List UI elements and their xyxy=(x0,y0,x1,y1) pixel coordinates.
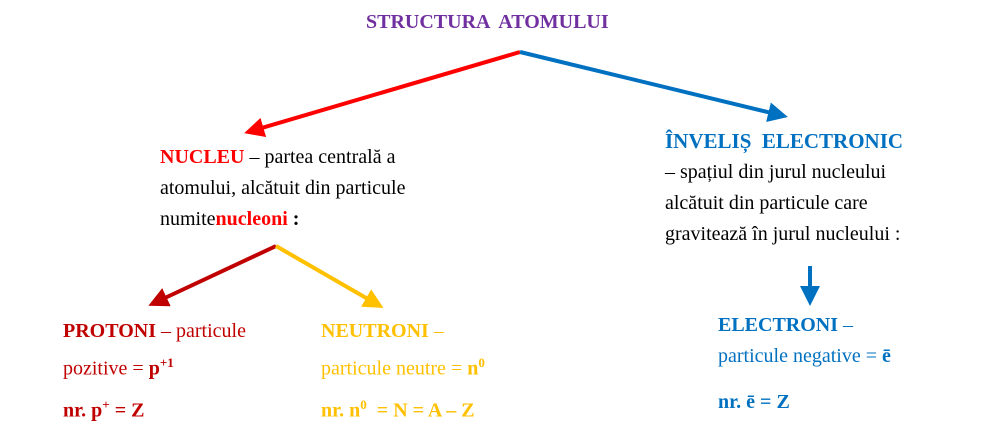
protoni-symbol-sup: +1 xyxy=(159,355,174,370)
neutroni-formula: nr. n0 = N = A – Z xyxy=(321,397,475,423)
neutroni-symbol: n xyxy=(467,357,479,380)
protoni-formula-rest: = Z xyxy=(109,399,145,422)
invelis-line4: gravitează în jurul nucleului : xyxy=(665,223,901,245)
electroni-block: ELECTRONI – particule negative = ē xyxy=(718,310,891,372)
protoni-line1-rest: – particule xyxy=(155,320,246,342)
neutroni-line2-prefix: particule neutre = xyxy=(321,357,468,380)
invelis-term: ÎNVELIȘ ELECTRONIC xyxy=(665,129,904,153)
neutroni-symbol-sup: 0 xyxy=(478,355,485,370)
protoni-formula: nr. p+ = Z xyxy=(63,397,144,423)
protoni-formula-prefix: nr. p xyxy=(63,399,103,422)
nucleu-term: NUCLEU xyxy=(160,146,245,168)
electroni-formula: nr. ē = Z xyxy=(718,391,790,413)
protoni-symbol: p xyxy=(148,357,160,380)
neutroni-formula-prefix: nr. n xyxy=(321,399,361,422)
neutroni-formula-rest: = N = A – Z xyxy=(366,399,475,422)
nucleu-line3-prefix: numite xyxy=(160,208,216,230)
electroni-term: ELECTRONI xyxy=(718,314,839,336)
invelis-line3: alcătuit din particule care xyxy=(665,192,868,214)
invelis-line2: – spațiul din jurul nucleului xyxy=(665,161,887,183)
arrow-to-nucleu xyxy=(244,50,521,138)
protoni-block: PROTONI – particule pozitive = p+1 xyxy=(63,316,246,385)
nucleu-line3-suffix: : xyxy=(287,208,300,230)
electroni-line2-prefix: particule negative = xyxy=(718,345,882,367)
nucleu-line2: atomului, alcătuit din particule xyxy=(160,177,406,199)
nucleoni-term: nucleoni xyxy=(215,208,288,230)
neutroni-line1-rest: – xyxy=(428,320,444,342)
arrow-to-protoni xyxy=(148,244,277,307)
electroni-line1-rest: – xyxy=(838,314,854,336)
nucleu-block: NUCLEU – partea centrală a atomului, alc… xyxy=(160,142,405,235)
protoni-formula-sup: + xyxy=(102,397,110,412)
neutroni-term: NEUTRONI xyxy=(321,320,429,342)
diagram-title: STRUCTURA ATOMULUI xyxy=(366,11,609,33)
protoni-line2-prefix: pozitive = xyxy=(63,357,149,380)
electroni-symbol: ē xyxy=(881,345,891,367)
arrow-to-neutroni xyxy=(275,244,384,308)
neutroni-block: NEUTRONI – particule neutre = n0 xyxy=(321,316,485,385)
invelis-block: ÎNVELIȘ ELECTRONIC – spațiul din jurul n… xyxy=(665,126,903,250)
protoni-term: PROTONI xyxy=(63,320,156,342)
nucleu-line1-rest: – partea centrală a xyxy=(244,146,396,168)
arrow-to-invelis xyxy=(519,50,788,122)
